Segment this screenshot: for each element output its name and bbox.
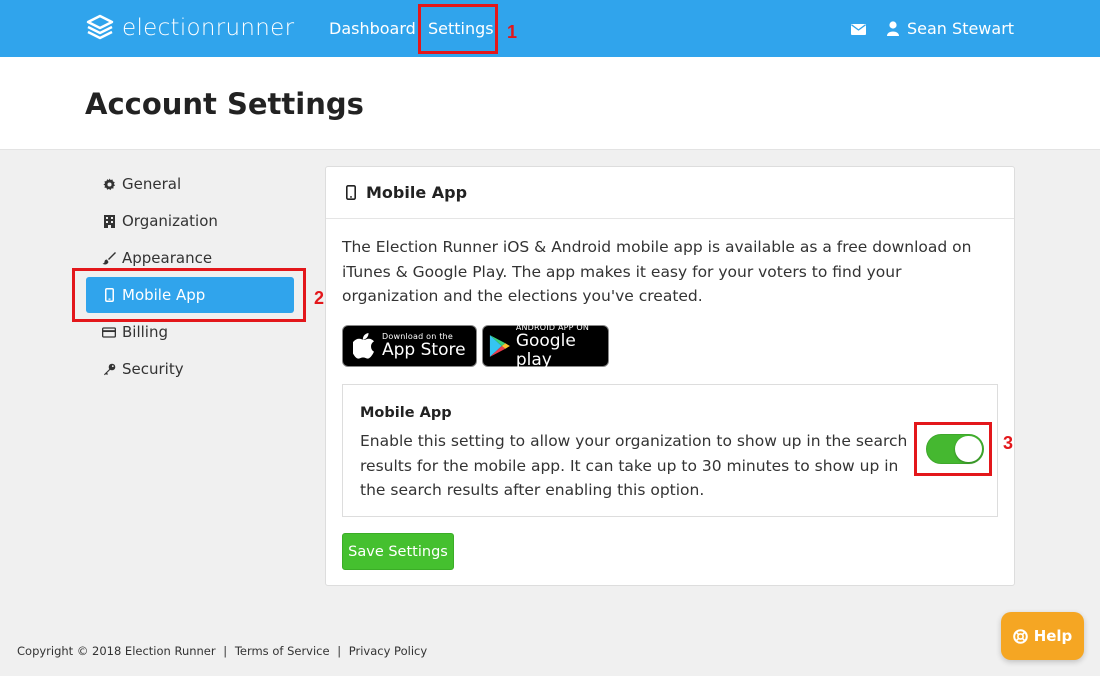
annotation-box-1	[418, 4, 498, 54]
google-play-badge[interactable]: ANDROID APP ON Google play	[482, 323, 609, 370]
sidebar-item-label: Appearance	[122, 249, 213, 267]
gear-icon	[102, 177, 116, 191]
nav-dashboard-link[interactable]: Dashboard	[329, 19, 416, 38]
sidebar-item-label: General	[122, 175, 182, 193]
sidebar-item-label: Security	[122, 360, 184, 378]
google-play-big-text: Google play	[515, 330, 576, 370]
help-button[interactable]: Help	[1001, 612, 1084, 660]
app-store-badge[interactable]: Download on the App Store	[342, 325, 477, 367]
panel-description: The Election Runner iOS & Android mobile…	[342, 238, 972, 305]
page-title: Account Settings	[85, 87, 364, 121]
footer-separator: |	[223, 644, 228, 658]
footer: Copyright © 2018 Election Runner | Terms…	[17, 644, 427, 658]
paintbrush-icon	[102, 251, 116, 265]
help-label: Help	[1033, 627, 1073, 645]
top-navbar: electionrunner Dashboard Settings Sean S…	[0, 0, 1100, 57]
panel-header: Mobile App	[326, 167, 1014, 219]
credit-card-icon	[102, 325, 116, 339]
footer-copyright: Copyright © 2018 Election Runner	[17, 644, 216, 658]
key-icon	[102, 362, 116, 376]
google-play-icon	[489, 335, 510, 357]
lifebuoy-icon	[1012, 628, 1028, 644]
brand-name: electionrunner	[122, 15, 295, 41]
sidebar-item-security[interactable]: Security	[86, 351, 294, 387]
layers-logo-icon	[86, 14, 114, 40]
annotation-box-3	[914, 422, 992, 476]
terms-link[interactable]: Terms of Service	[235, 644, 330, 658]
user-icon	[887, 21, 899, 36]
mobile-app-setting: Mobile App Enable this setting to allow …	[342, 384, 998, 517]
user-name: Sean Stewart	[907, 19, 1015, 38]
annotation-number-3: 3	[1003, 433, 1014, 453]
setting-title: Mobile App	[360, 405, 452, 421]
mail-icon[interactable]	[851, 24, 866, 35]
footer-separator: |	[337, 644, 342, 658]
mobile-icon	[346, 185, 356, 200]
sidebar-item-label: Billing	[122, 323, 168, 341]
user-menu[interactable]: Sean Stewart	[887, 19, 1014, 38]
panel-title: Mobile App	[366, 183, 468, 202]
mobile-app-panel: Mobile App The Election Runner iOS & And…	[325, 166, 1015, 586]
building-icon	[102, 214, 116, 228]
sidebar-item-general[interactable]: General	[86, 166, 294, 202]
annotation-number-2: 2	[314, 288, 325, 308]
apple-icon	[353, 333, 374, 359]
setting-description: Enable this setting to allow your organi…	[360, 432, 908, 499]
privacy-link[interactable]: Privacy Policy	[349, 644, 427, 658]
sidebar-item-label: Organization	[122, 212, 218, 230]
app-store-big-text: App Store	[382, 340, 466, 360]
sidebar-item-organization[interactable]: Organization	[86, 203, 294, 239]
brand-logo[interactable]: electionrunner	[86, 14, 294, 42]
annotation-box-2	[72, 268, 306, 322]
annotation-number-1: 1	[507, 22, 518, 42]
save-settings-button[interactable]: Save Settings	[342, 533, 454, 570]
